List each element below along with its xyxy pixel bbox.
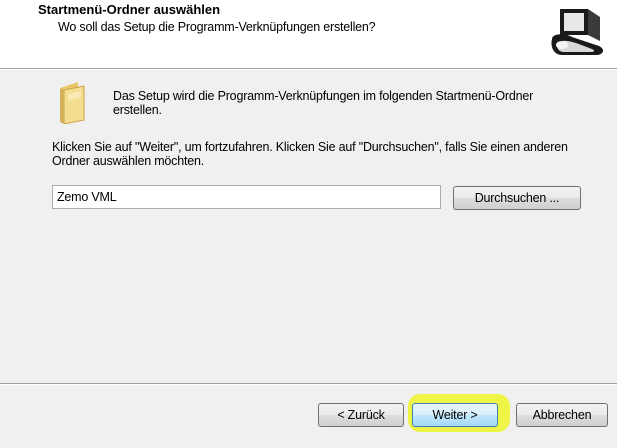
page-title: Startmenü-Ordner auswählen (38, 2, 221, 17)
wizard-header: Startmenü-Ordner auswählen Wo soll das S… (0, 0, 617, 68)
setup-computer-icon (548, 5, 610, 59)
start-menu-folder-input[interactable] (52, 185, 441, 209)
page-subtitle: Wo soll das Setup die Programm-Verknüpfu… (58, 20, 376, 34)
intro-text: Das Setup wird die Programm-Verknüpfunge… (113, 89, 534, 117)
header-divider (0, 68, 617, 70)
next-button[interactable]: Weiter > (412, 403, 498, 427)
browse-button[interactable]: Durchsuchen ... (453, 186, 581, 210)
back-button[interactable]: < Zurück (318, 403, 404, 427)
instruction-text: Klicken Sie auf "Weiter", um fortzufahre… (52, 140, 568, 168)
cancel-button[interactable]: Abbrechen (516, 403, 608, 427)
footer-divider (0, 383, 617, 385)
folder-icon (60, 82, 85, 124)
